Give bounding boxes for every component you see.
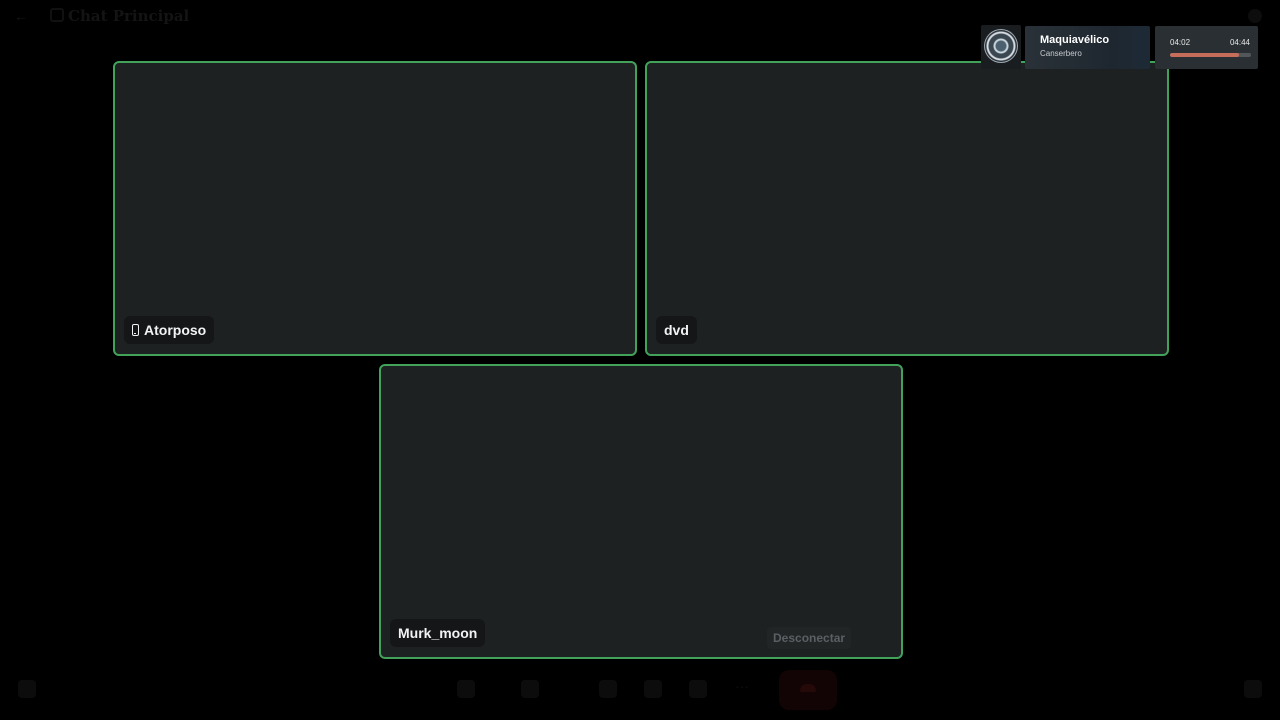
participant-name: dvd (664, 322, 689, 338)
progress-bar[interactable] (1170, 53, 1251, 57)
progress-bar-fill (1170, 53, 1239, 57)
camera-icon[interactable] (521, 680, 539, 698)
album-art-disc-icon (984, 29, 1018, 63)
playback-progress-panel: 04:02 04:44 (1155, 26, 1258, 69)
activities-icon[interactable] (644, 680, 662, 698)
back-arrow-icon[interactable]: ← (14, 8, 30, 24)
total-time: 04:44 (1229, 38, 1250, 47)
soundboard-icon[interactable] (689, 680, 707, 698)
voice-channel-icon (50, 8, 64, 22)
participant-tile-atorposo[interactable]: Atorposo (113, 61, 637, 356)
participant-name-tag: dvd (656, 316, 697, 344)
channel-title: Chat Principal (68, 7, 190, 25)
participant-name: Murk_moon (398, 625, 478, 641)
disconnect-button[interactable] (779, 670, 837, 710)
settings-icon[interactable] (1248, 9, 1262, 23)
screen-share-icon[interactable] (599, 680, 617, 698)
participant-name: Atorposo (144, 322, 207, 338)
now-playing-info: Maquiavélico Canserbero (1025, 26, 1150, 69)
participant-name-tag: Atorposo (124, 316, 215, 344)
fullscreen-icon[interactable] (1244, 680, 1262, 698)
current-time: 04:02 (1170, 38, 1191, 47)
microphone-icon[interactable] (457, 680, 475, 698)
participant-tile-murk-moon[interactable]: Murk_moon (379, 364, 903, 659)
album-cover (981, 25, 1021, 69)
activity-icon[interactable] (18, 680, 36, 698)
more-options-icon[interactable]: ··· (735, 678, 749, 694)
voice-call-window: ← Chat Principal Atorposo dvd Murk_moon … (0, 0, 1280, 720)
participant-tile-dvd[interactable]: dvd (645, 61, 1169, 356)
hang-up-icon (800, 684, 816, 692)
track-title: Maquiavélico (1040, 34, 1110, 46)
disconnect-tooltip: Desconectar (767, 627, 852, 649)
track-artist: Canserbero (1040, 49, 1082, 58)
participant-name-tag: Murk_moon (390, 619, 486, 647)
call-controls-bar: ··· (0, 664, 1280, 720)
mobile-phone-icon (132, 324, 139, 336)
